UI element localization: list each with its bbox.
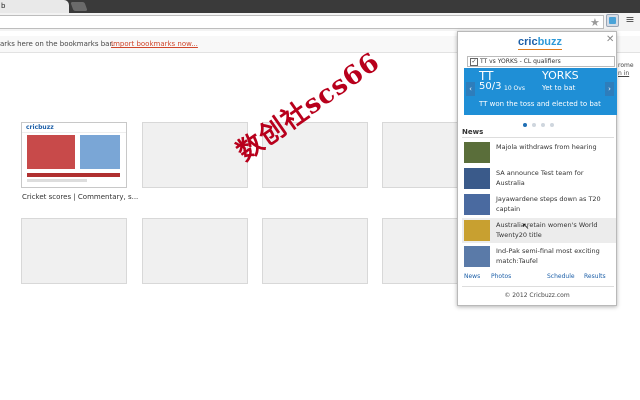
address-bar[interactable]: ★ [0,15,604,29]
close-icon[interactable]: ✕ [606,34,614,45]
logo-cric: cric [518,36,538,48]
news-item[interactable]: Majola withdraws from hearing [462,140,616,165]
news-headline[interactable]: Ind-Pak semi-final most exciting match:T… [496,246,614,266]
tab-strip: b [0,0,640,13]
team1-score: 50/3 [479,81,502,92]
news-thumbnail [464,168,490,189]
team2-status: Yet to bat [542,84,576,92]
copyright-footer: © 2012 Cricbuzz.com [504,292,570,299]
cricbuzz-logo: cricbuzz [518,36,562,48]
cricbuzz-extension-button[interactable] [606,14,619,27]
toolbar: ★ ≡ [0,13,640,31]
prev-arrow-icon[interactable]: ‹ [466,82,475,96]
match-selector[interactable]: ✓ TT vs YORKS - CL qualifiers [467,56,615,67]
carousel-dot[interactable] [541,123,545,127]
news-item[interactable]: Ind-Pak semi-final most exciting match:T… [462,244,616,269]
cricbuzz-popup: cricbuzz ✕ ✓ TT vs YORKS - CL qualifiers… [457,31,617,306]
tab-title: b [1,2,6,10]
news-headline[interactable]: Jayawardene steps down as T20 captain [496,194,614,214]
news-thumbnail [464,246,490,267]
import-bookmarks-link[interactable]: Import bookmarks now... [111,36,198,52]
cricbuzz-extension-icon [609,17,616,24]
schedule-link[interactable]: Schedule [547,273,575,280]
logo-underline [518,49,562,50]
empty-thumbnail [142,122,248,188]
thumbnail-image [80,135,120,169]
news-headline[interactable]: Majola withdraws from hearing [496,142,614,152]
empty-thumbnail [21,218,127,284]
checkbox-icon[interactable]: ✓ [470,58,478,66]
news-thumbnail [464,142,490,163]
news-heading: News [462,128,484,136]
news-headline[interactable]: SA announce Test team for Australia [496,168,614,188]
match-selector-label: TT vs YORKS - CL qualifiers [480,58,561,65]
divider [462,137,614,138]
photos-link[interactable]: Photos [491,273,511,280]
results-link[interactable]: Results [584,273,606,280]
menu-icon[interactable]: ≡ [624,13,636,27]
thumbnail-caption[interactable]: Cricket scores | Commentary, s... [22,193,138,201]
news-item[interactable]: Jayawardene steps down as T20 captain [462,192,616,217]
empty-thumbnail [262,218,368,284]
thumbnail-image [27,135,75,169]
next-arrow-icon[interactable]: › [605,82,614,96]
sign-in-link[interactable]: n in [618,70,629,77]
team2-name: YORKS [542,69,579,82]
new-tab-button[interactable] [70,2,88,11]
thumbnail-bar [27,179,87,182]
news-link[interactable]: News [464,273,480,280]
bookmarks-message: arks here on the bookmarks bar. [0,40,114,48]
news-thumbnail [464,220,490,241]
most-visited-thumbnail[interactable]: cricbuzz [21,122,127,188]
scorecard: ‹ › TT 50/3 10 Ovs YORKS Yet to bat TT w… [464,68,617,115]
logo-buzz: buzz [537,36,563,48]
sign-in-text-1: rome [618,62,634,69]
empty-thumbnail [142,218,248,284]
thumbnail-header: cricbuzz [22,123,126,133]
thumbnail-bar [27,173,120,177]
news-list: Majola withdraws from hearing SA announc… [462,140,616,270]
thumbnail-logo: cricbuzz [26,124,54,131]
star-icon[interactable]: ★ [590,16,600,30]
toss-info: TT won the toss and elected to bat [479,100,601,108]
news-headline[interactable]: Australia retain women's World Twenty20 … [496,220,614,240]
carousel-dots [523,120,559,129]
carousel-dot[interactable] [550,123,554,127]
mouse-cursor-icon: ↖ [522,222,530,232]
team1-overs: 10 Ovs [504,85,525,92]
carousel-dot[interactable] [523,123,527,127]
news-thumbnail [464,194,490,215]
browser-tab[interactable]: b [0,0,69,13]
divider [462,286,614,287]
news-item[interactable]: SA announce Test team for Australia [462,166,616,191]
news-item[interactable]: Australia retain women's World Twenty20 … [462,218,616,243]
carousel-dot[interactable] [532,123,536,127]
